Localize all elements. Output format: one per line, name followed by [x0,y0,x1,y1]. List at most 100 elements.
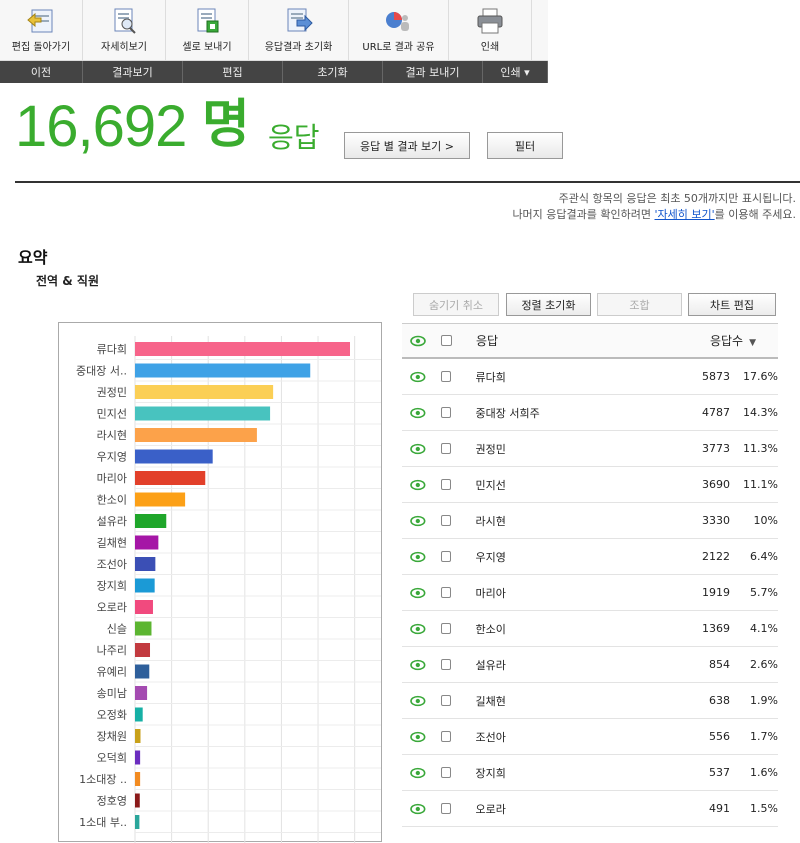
table-row: 민지선 3690 11.1% [402,467,778,503]
row-count: 2122 [701,550,730,563]
eye-icon[interactable] [410,729,426,745]
hide-cancel-button[interactable]: 숨기기 취소 [413,293,499,316]
eye-icon[interactable] [410,801,426,817]
row-checkbox[interactable] [440,659,452,670]
filter-button[interactable]: 필터 [487,132,563,159]
chart-category-label: 오로라 [97,601,127,614]
response-count: 16,692 [15,94,187,159]
row-checkbox[interactable] [440,371,452,382]
row-checkbox[interactable] [440,443,452,454]
row-checkbox[interactable] [440,803,452,814]
row-percent: 1.9% [750,694,778,707]
chart-edit-button[interactable]: 차트 편집 [688,293,776,316]
chart-bar[interactable] [135,471,206,485]
chart-bar[interactable] [135,815,140,829]
row-percent: 1.5% [750,802,778,815]
combine-button[interactable]: 조합 [597,293,682,316]
toolbar-buttons: 편집 돌아가기 자세히보기 셀로 보내기 응답결과 초기화 URL로 결과 공유 [0,0,548,61]
chart-bar[interactable] [135,363,311,378]
export-cell-button[interactable]: 셀로 보내기 [166,0,249,60]
eye-icon[interactable] [410,693,426,709]
table-row: 라시현 3330 10% [402,503,778,539]
chart-category-label: 권정민 [97,386,127,399]
header-count[interactable]: 응답수 ▼ [666,332,756,349]
select-all-checkbox[interactable] [441,335,452,346]
summary-title: 요약 [18,248,48,267]
detail-view-link[interactable]: '자세히 보기' [655,208,715,221]
chart-category-label: 오덕희 [97,752,127,765]
row-name: 설유라 [475,658,506,672]
row-checkbox[interactable] [440,479,452,490]
row-checkbox[interactable] [440,587,452,598]
eye-icon[interactable] [410,657,426,673]
chart-bar[interactable] [135,729,141,743]
share-url-button[interactable]: URL로 결과 공유 [349,0,449,60]
chart-category-label: 장지희 [97,580,127,593]
eye-icon[interactable] [410,513,426,529]
row-checkbox[interactable] [440,767,452,778]
print-label: 인쇄 [480,42,500,53]
chart-bar[interactable] [135,707,143,722]
print-button[interactable]: 인쇄 [449,0,532,60]
row-percent: 11.3% [743,442,778,455]
eye-icon[interactable] [410,333,426,349]
category-send-results: 결과 보내기 [383,61,483,83]
chart-bar[interactable] [135,406,271,421]
chart-bar[interactable] [135,514,167,528]
sort-down-icon: ▼ [749,338,756,348]
eye-icon[interactable] [410,441,426,457]
row-checkbox[interactable] [440,623,452,634]
row-checkbox[interactable] [440,515,452,526]
chart-bar[interactable] [135,643,151,657]
table-row: 우지영 2122 6.4% [402,539,778,575]
detail-view-icon [110,8,138,34]
header-divider [15,181,800,183]
chart-bar[interactable] [135,686,148,700]
chart-bar[interactable] [135,664,150,679]
eye-icon[interactable] [410,585,426,601]
chart-bar[interactable] [135,449,213,464]
chart-bar[interactable] [135,600,153,614]
eye-icon[interactable] [410,405,426,421]
row-count: 491 [708,802,730,815]
detail-view-label: 자세히보기 [101,42,147,53]
row-count: 537 [708,766,730,779]
chart-bar[interactable] [135,492,186,507]
chart-bar[interactable] [135,621,152,636]
chart-bar[interactable] [135,342,350,356]
chart-bar[interactable] [135,793,140,808]
row-checkbox[interactable] [440,407,452,418]
eye-icon[interactable] [410,621,426,637]
table-row: 류다희 5873 17.6% [402,359,778,395]
response-table: 응답 응답수 ▼ 류다희 5873 17.6% 중대장 서희주 4787 14.3% 권정민 3… [402,323,778,827]
eye-icon[interactable] [410,477,426,493]
back-edit-button[interactable]: 편집 돌아가기 [0,0,83,60]
row-checkbox[interactable] [440,731,452,742]
row-percent: 4.1% [750,622,778,635]
header-response[interactable]: 응답 [476,332,666,349]
row-count: 4787 [701,406,730,419]
chart-bar[interactable] [135,578,155,593]
chart-bar[interactable] [135,750,141,765]
eye-icon[interactable] [410,765,426,781]
chart-category-label: 마리아 [97,472,127,485]
row-name: 길채현 [475,694,506,708]
category-print-dropdown[interactable]: 인쇄 ▾ [483,61,548,83]
chart-bar[interactable] [135,535,159,550]
row-checkbox[interactable] [440,551,452,562]
chart-bar[interactable] [135,428,257,442]
sort-reset-button[interactable]: 정렬 초기화 [506,293,591,316]
table-row: 설유라 854 2.6% [402,647,778,683]
reset-results-button[interactable]: 응답결과 초기화 [249,0,349,60]
row-checkbox[interactable] [440,695,452,706]
chart-bar[interactable] [135,385,274,399]
detail-view-button[interactable]: 자세히보기 [83,0,166,60]
eye-icon[interactable] [410,369,426,385]
chart-category-label: 1소대장 .. [79,773,127,786]
row-name: 한소이 [475,622,506,636]
eye-icon[interactable] [410,549,426,565]
view-by-response-button[interactable]: 응답 별 결과 보기 > [344,132,470,159]
note-line-1: 주관식 항목의 응답은 최초 50개까지만 표시됩니다. [558,192,796,205]
chart-bar[interactable] [135,557,156,571]
chart-bar[interactable] [135,772,141,786]
